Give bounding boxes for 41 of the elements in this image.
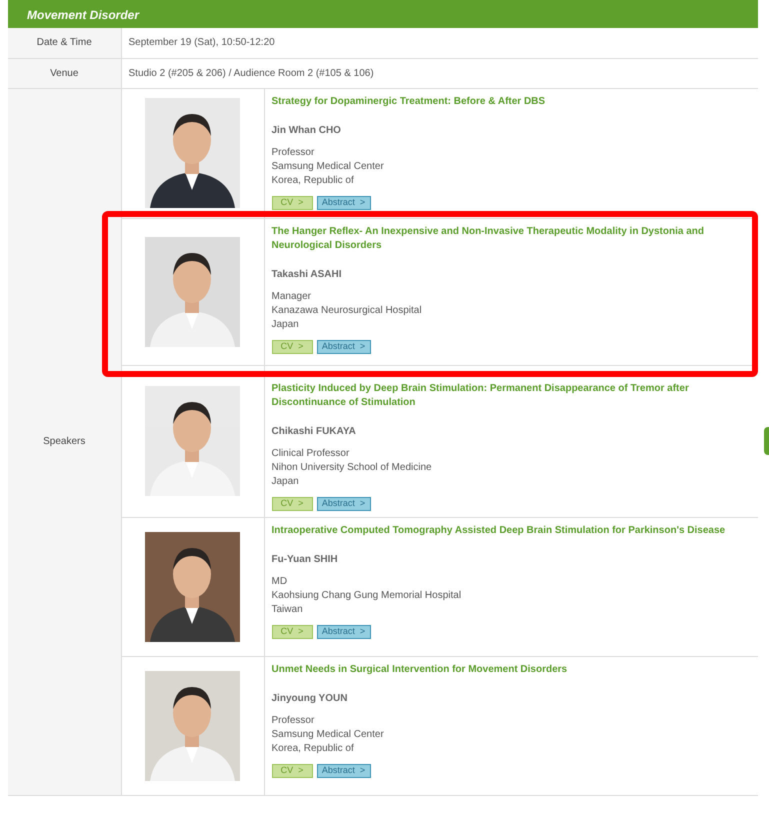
row-label: Speakers [43,436,86,447]
speaker-detail: Kaohsiung Chang Gung Memorial Hospital [272,588,462,602]
speaker-detail: Professor [272,146,316,160]
speaker-detail: Taiwan [272,602,304,616]
talk-title: The Hanger Reflex- An Inexpensive and Non-Invasive Therapeutic Modality in Dystonia and Neurological Disorders [272,224,705,252]
abstract-button[interactable]: Abstract > [316,196,370,210]
talk-title: Strategy for Dopaminergic Treatment: Before & After DBS [272,94,546,108]
row-label: Venue [50,68,78,78]
speaker-detail: Manager [272,290,312,304]
cv-button[interactable]: CV > [272,196,312,210]
abstract-button[interactable]: Abstract > [316,624,370,638]
abstract-button[interactable]: Abstract > [316,764,370,778]
speaker-name: Fu-Yuan SHIH [272,552,339,566]
speaker-detail: MD [272,574,288,588]
speaker-detail: Kanazawa Neurosurgical Hospital [272,304,423,318]
speaker-name: Jinyoung YOUN [272,692,348,706]
abstract-button[interactable]: Abstract > [316,340,370,354]
row-label: Date & Time [36,37,92,48]
speaker-name: Takashi ASAHI [272,268,343,282]
cv-button[interactable]: CV > [272,340,312,354]
talk-title: Plasticity Induced by Deep Brain Stimulation: Permanent Disappearance of Tremor after Discontinuance of Stimulation [272,382,690,410]
cv-button[interactable]: CV > [272,764,312,778]
speaker-detail: Japan [272,474,300,488]
row-value: September 19 (Sat), 10:50-12:20 [128,37,275,48]
cv-button[interactable]: CV > [272,496,312,510]
speaker-detail: Samsung Medical Center [272,728,385,742]
speaker-detail: Professor [272,714,316,728]
speaker-detail: Nihon University School of Medicine [272,460,433,474]
speaker-detail: Japan [272,318,300,332]
talk-title: Unmet Needs in Surgical Intervention for Movement Disorders [272,662,568,676]
session-title: Movement Disorder [27,9,140,21]
speaker-name: Chikashi FUKAYA [272,424,357,438]
speaker-detail: Korea, Republic of [272,742,355,756]
row-value: Studio 2 (#205 & 206) / Audience Room 2 (#105 & 106) [128,68,374,78]
speaker-detail: Korea, Republic of [272,174,355,188]
talk-title: Intraoperative Computed Tomography Assisted Deep Brain Stimulation for Parkinson's Disease [272,524,726,538]
abstract-button[interactable]: Abstract > [316,496,370,510]
speaker-name: Jin Whan CHO [272,124,342,138]
cv-button[interactable]: CV > [272,624,312,638]
speaker-detail: Samsung Medical Center [272,160,385,174]
speaker-detail: Clinical Professor [272,446,350,460]
